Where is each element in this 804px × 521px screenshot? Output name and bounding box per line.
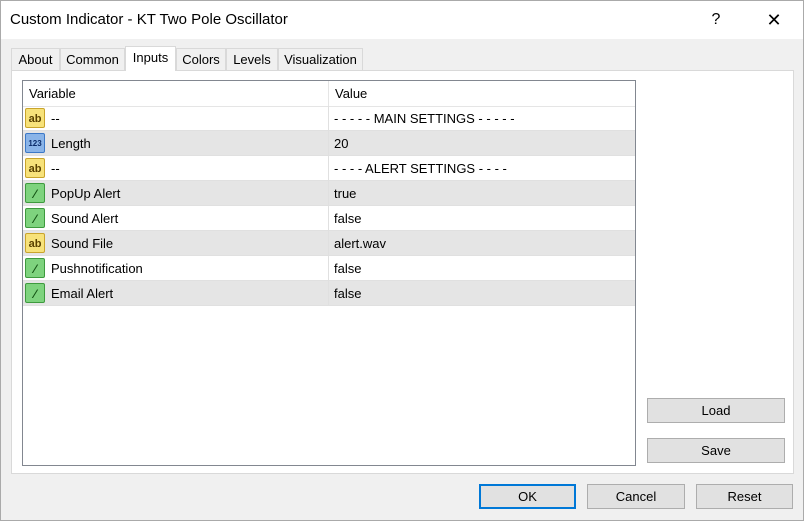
table-row[interactable]: 123 Length 20 xyxy=(23,131,635,156)
table-row[interactable]: ab -- - - - - ALERT SETTINGS - - - - xyxy=(23,156,635,181)
reset-button[interactable]: Reset xyxy=(696,484,793,509)
cell-divider xyxy=(328,256,329,280)
tab-about[interactable]: About xyxy=(11,48,60,70)
cell-divider xyxy=(328,156,329,180)
variable-value[interactable]: false xyxy=(334,206,361,231)
grid-header: Variable Value xyxy=(23,81,635,107)
load-button[interactable]: Load xyxy=(647,398,785,423)
cell-divider xyxy=(328,206,329,230)
variable-value[interactable]: alert.wav xyxy=(334,231,386,256)
variable-value[interactable]: - - - - - MAIN SETTINGS - - - - - xyxy=(334,106,515,131)
cell-divider xyxy=(328,281,329,305)
inputs-grid[interactable]: Variable Value ab -- - - - - - MAIN SETT… xyxy=(22,80,636,466)
string-type-icon: ab xyxy=(25,158,45,178)
table-row[interactable]: ⁄ Email Alert false xyxy=(23,281,635,306)
variable-name: Length xyxy=(51,136,91,151)
tab-visualization[interactable]: Visualization xyxy=(278,48,363,70)
cell-divider xyxy=(328,131,329,155)
boolean-type-icon: ⁄ xyxy=(25,258,45,278)
save-button[interactable]: Save xyxy=(647,438,785,463)
title-bar: Custom Indicator - KT Two Pole Oscillato… xyxy=(1,1,803,39)
variable-name: Email Alert xyxy=(51,286,114,301)
tab-inputs[interactable]: Inputs xyxy=(125,46,176,71)
variable-value[interactable]: - - - - ALERT SETTINGS - - - - xyxy=(334,156,507,181)
variable-name: PopUp Alert xyxy=(51,186,121,201)
cell-divider xyxy=(328,231,329,255)
ok-button[interactable]: OK xyxy=(479,484,576,509)
tab-common[interactable]: Common xyxy=(60,48,125,70)
variable-name: Pushnotification xyxy=(51,261,143,276)
number-type-icon: 123 xyxy=(25,133,45,153)
variable-value[interactable]: false xyxy=(334,256,361,281)
boolean-type-icon: ⁄ xyxy=(25,183,45,203)
table-row[interactable]: ab Sound File alert.wav xyxy=(23,231,635,256)
tab-colors[interactable]: Colors xyxy=(176,48,226,70)
cancel-button[interactable]: Cancel xyxy=(587,484,685,509)
column-header-variable[interactable]: Variable xyxy=(23,81,328,106)
table-row[interactable]: ⁄ Sound Alert false xyxy=(23,206,635,231)
cell-divider xyxy=(328,181,329,205)
cell-divider xyxy=(328,106,329,130)
window-title: Custom Indicator - KT Two Pole Oscillato… xyxy=(10,11,288,28)
variable-value[interactable]: 20 xyxy=(334,131,348,156)
table-row[interactable]: ⁄ Pushnotification false xyxy=(23,256,635,281)
dialog-window: Custom Indicator - KT Two Pole Oscillato… xyxy=(0,0,804,521)
variable-value[interactable]: true xyxy=(334,181,356,206)
variable-value[interactable]: false xyxy=(334,281,361,306)
table-row[interactable]: ⁄ PopUp Alert true xyxy=(23,181,635,206)
variable-name: -- xyxy=(51,111,60,126)
help-button[interactable]: ? xyxy=(694,5,738,35)
variable-name: -- xyxy=(51,161,60,176)
close-button[interactable]: ✕ xyxy=(751,5,797,35)
string-type-icon: ab xyxy=(25,233,45,253)
tab-levels[interactable]: Levels xyxy=(226,48,278,70)
boolean-type-icon: ⁄ xyxy=(25,208,45,228)
string-type-icon: ab xyxy=(25,108,45,128)
variable-name: Sound File xyxy=(51,236,114,251)
table-row[interactable]: ab -- - - - - - MAIN SETTINGS - - - - - xyxy=(23,106,635,131)
boolean-type-icon: ⁄ xyxy=(25,283,45,303)
variable-name: Sound Alert xyxy=(51,211,119,226)
column-header-value[interactable]: Value xyxy=(329,81,635,106)
